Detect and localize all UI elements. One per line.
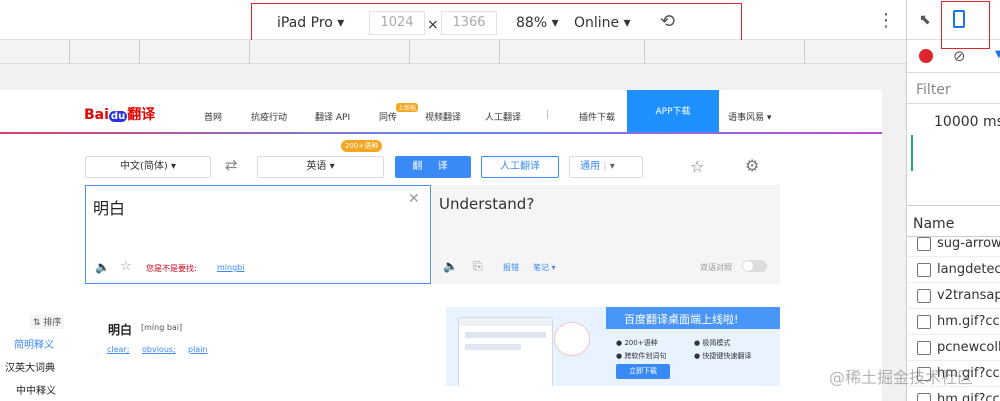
human-translate-button[interactable]: 人工翻译	[481, 156, 559, 178]
device-toggle-highlight	[941, 1, 990, 49]
timeline-label: 10000 ms	[934, 114, 1000, 130]
translation-text: Understand?	[439, 195, 535, 213]
domain-select[interactable]: 通用 | ▾	[569, 156, 643, 178]
ad-screenshot-image	[458, 317, 553, 386]
new-badge: 上新啦	[396, 103, 419, 112]
star-icon[interactable]: ☆	[120, 259, 132, 274]
media-query-ruler	[0, 40, 906, 64]
suggest-prefix: 您是不是要找:	[146, 264, 197, 273]
copy-icon[interactable]: ⎘	[473, 259, 483, 274]
report-link[interactable]: 报错	[503, 262, 519, 273]
ad-feature: ● 极简模式	[694, 339, 731, 347]
nav-home[interactable]: 首网	[204, 110, 222, 123]
source-language-select[interactable]: 中文(简体) ▾	[85, 156, 211, 178]
request-row[interactable]: v2transapi	[907, 283, 1000, 309]
notes-link[interactable]: 笔记 ▾	[533, 262, 556, 273]
request-row[interactable]: langdetect	[907, 257, 1000, 283]
desktop-app-ad[interactable]: 百度翻译桌面端上线啦! ● 200+语种 ● 极简模式 ● 跨软件划词句 ● 快…	[446, 307, 780, 386]
more-options-icon[interactable]: ⋮	[877, 10, 895, 31]
language-count-badge: 200+语种	[341, 140, 383, 152]
sort-button[interactable]: ⇅ 排序	[30, 314, 65, 329]
dict-word: 明白	[108, 323, 133, 337]
nav-divider: |	[546, 110, 550, 120]
filter-toggle-icon[interactable]: ▼	[995, 49, 1000, 60]
dict-pinyin: [míng bai]	[141, 323, 183, 332]
clear-icon[interactable]: ✕	[408, 191, 420, 207]
baidu-logo[interactable]: Bai du 翻译	[84, 104, 155, 124]
meaning-link[interactable]: clear;	[107, 345, 129, 354]
meaning-link[interactable]: obvious;	[142, 345, 176, 354]
request-row[interactable]: pcnewcoll	[907, 335, 1000, 361]
target-language-select[interactable]: 英语 ▾	[257, 156, 384, 178]
nav-video[interactable]: 视频翻译	[425, 110, 461, 123]
tab-big-dictionary[interactable]: 汉英大词典	[5, 359, 55, 374]
ad-title: 百度翻译桌面端上线啦!	[624, 313, 739, 326]
meaning-link[interactable]: plain	[188, 345, 208, 354]
nav-plugin[interactable]: 插件下载	[579, 110, 615, 123]
target-text-area: Understand? 🔈 ⎘ 报错 笔记 ▾ 双语对照	[432, 185, 780, 284]
ad-feature: ● 快捷键快速翻译	[694, 352, 752, 360]
request-row[interactable]: hm.gif?cc=	[907, 387, 1000, 401]
source-text-area[interactable]: 明白 ✕ 🔈 ☆ 您是不是要找: mingbi	[85, 185, 431, 284]
baidu-translate-page: Bai du 翻译 首网 抗疫行动 翻译 API 同传 上新啦 视频翻译 人工翻译 …	[0, 90, 882, 401]
source-text: 明白	[93, 199, 126, 218]
user-menu[interactable]: 语事风易 ▾	[728, 110, 771, 123]
dictionary-result: 明白 [míng bai] clear; obvious; plain	[87, 308, 430, 401]
name-column-header[interactable]: Name	[913, 216, 954, 232]
contrast-label: 双语对照	[700, 263, 732, 272]
speaker-icon[interactable]: 🔈	[95, 260, 110, 274]
nav-human[interactable]: 人工翻译	[485, 110, 521, 123]
record-icon[interactable]	[919, 49, 933, 63]
translate-button[interactable]: 翻 译	[395, 156, 471, 178]
request-row[interactable]: sug-arrow	[907, 231, 1000, 257]
settings-icon[interactable]: ⚙	[745, 156, 759, 175]
timeline-bar	[911, 135, 913, 171]
nav-gradient-line	[0, 132, 882, 134]
ad-feature: ● 200+语种	[616, 339, 658, 347]
watermark: @稀土掘金技术社区	[829, 368, 974, 387]
ad-feature: ● 跨软件划词句	[616, 352, 667, 360]
favorites-icon[interactable]: ☆	[690, 157, 704, 176]
device-toolbar-highlight	[251, 3, 742, 43]
clear-log-icon[interactable]: ⊘	[953, 47, 966, 65]
contrast-toggle[interactable]	[742, 260, 767, 272]
tab-concise[interactable]: 简明释义	[14, 336, 54, 351]
mascot-image	[554, 322, 590, 356]
target-speaker-icon[interactable]: 🔈	[443, 259, 458, 273]
suggest-link[interactable]: mingbi	[217, 263, 244, 272]
nav-simultaneous[interactable]: 同传	[379, 110, 397, 123]
dictionary-nav: ⇅ 排序 简明释义 汉英大词典 中中释义	[0, 310, 68, 400]
nav-api[interactable]: 翻译 API	[315, 110, 350, 123]
filter-input[interactable]: Filter	[916, 82, 951, 98]
devtools-panel: ⬉ ⊘ ▼ Filter 10000 ms Name sug-arrow lan…	[906, 0, 1000, 401]
nav-antiepidemic[interactable]: 抗疫行动	[251, 110, 287, 123]
swap-icon[interactable]: ⇄	[225, 156, 238, 174]
ad-download-button[interactable]: 立即下载	[616, 364, 670, 379]
app-download-button[interactable]: APP下载	[627, 90, 719, 132]
inspect-icon[interactable]: ⬉	[919, 12, 931, 28]
tab-chinese[interactable]: 中中释义	[16, 382, 56, 397]
request-row[interactable]: hm.gif?cc=	[907, 309, 1000, 335]
